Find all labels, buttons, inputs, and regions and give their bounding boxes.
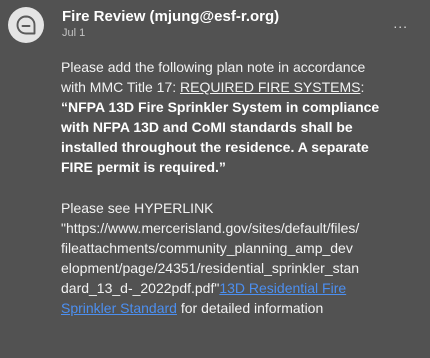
bold-note-line: installed throughout the residence. A se… — [61, 139, 369, 155]
body-line: Please add the following plan note in ac… — [61, 59, 366, 75]
bold-note-line: with NFPA 13D and CoMI standards shall b… — [61, 119, 353, 135]
more-options-button[interactable]: ... — [393, 15, 408, 31]
bold-note-line: “NFPA 13D Fire Sprinkler System in compl… — [61, 99, 380, 115]
body-line: elopment/page/24351/residential_sprinkle… — [61, 260, 360, 276]
underlined-text: REQUIRED FIRE SYSTEMS — [180, 79, 361, 95]
comment-body: Please add the following plan note in ac… — [61, 57, 425, 318]
bold-note-line: FIRE permit is required.” — [61, 159, 226, 175]
chat-bubble-icon — [16, 15, 36, 35]
avatar — [8, 7, 44, 43]
body-text: dard_13_d-_2022pdf.pdf" — [61, 280, 220, 296]
body-line: with MMC Title 17: REQUIRED FIRE SYSTEMS… — [61, 77, 425, 97]
body-line: fileattachments/community_planning_amp_d… — [61, 240, 353, 256]
body-text: with MMC Title 17: — [61, 79, 181, 95]
body-line: Sprinkler Standard for detailed informat… — [61, 298, 425, 318]
body-line: "https://www.mercerisland.gov/sites/defa… — [61, 220, 360, 236]
body-text: : — [360, 79, 365, 95]
sprinkler-standard-link[interactable]: Sprinkler Standard — [61, 300, 177, 316]
comment-card: Fire Review (mjung@esf-r.org) Jul 1 ... … — [0, 0, 430, 358]
comment-date: Jul 1 — [62, 27, 86, 39]
sprinkler-standard-link[interactable]: 13D Residential Fire — [219, 280, 346, 296]
sender-name: Fire Review (mjung@esf-r.org) — [62, 8, 280, 25]
body-line: Please see HYPERLINK — [61, 200, 214, 216]
body-text: for detailed information — [176, 300, 324, 316]
body-line: dard_13_d-_2022pdf.pdf"13D Residential F… — [61, 278, 425, 298]
